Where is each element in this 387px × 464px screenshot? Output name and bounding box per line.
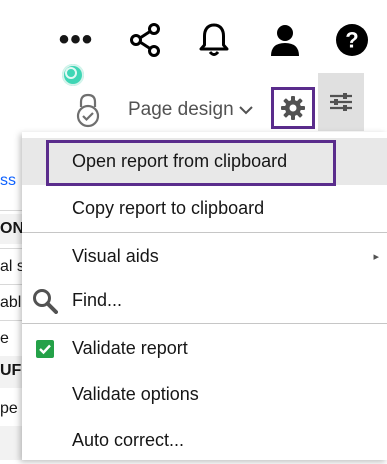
user-icon (271, 25, 299, 56)
share-icon (130, 23, 160, 57)
menu-item-label: Validate report (72, 338, 188, 358)
notification-icon (199, 23, 229, 56)
menu-item-visual-aids[interactable]: Visual aids ▸ (22, 233, 387, 280)
menu-item-auto-correct[interactable]: Auto correct... (22, 417, 387, 464)
divider (0, 320, 22, 321)
more-icon: ••• (58, 23, 94, 56)
divider (0, 210, 22, 211)
gear-icon (281, 96, 305, 120)
share-button[interactable] (124, 20, 166, 60)
menu-divider (22, 323, 387, 324)
table-band (0, 426, 22, 460)
submenu-arrow-icon: ▸ (373, 251, 379, 263)
background-text: ss (0, 172, 16, 189)
menu-item-copy-report-to-clipboard[interactable]: Copy report to clipboard (22, 185, 387, 232)
background-text: al s (0, 258, 22, 275)
svg-text:?: ? (345, 28, 358, 53)
divider (0, 284, 22, 285)
chevron-down-icon (238, 106, 253, 115)
background-text: ON (0, 220, 22, 237)
sliders-icon (330, 93, 352, 111)
menu-item-find[interactable]: Find... (22, 277, 387, 324)
properties-panel-button[interactable] (318, 73, 364, 131)
menu-item-label: Auto correct... (72, 430, 185, 450)
menu-item-label: Copy report to clipboard (72, 198, 265, 218)
background-text: pe (0, 400, 18, 417)
background-text: UF (0, 362, 22, 379)
status-indicator (62, 64, 84, 86)
menu-item-validate-report[interactable]: Validate report (22, 325, 387, 372)
background-text: e (0, 330, 9, 347)
page-design-label: Page design (128, 99, 234, 120)
background-text: abl (0, 294, 22, 311)
search-icon (32, 288, 58, 314)
more-options-button[interactable]: ••• (54, 20, 98, 60)
user-profile-button[interactable] (264, 20, 306, 60)
menu-item-label: Find... (72, 290, 123, 310)
lock-button[interactable] (71, 92, 105, 128)
menu-item-validate-options[interactable]: Validate options (22, 371, 387, 418)
settings-button[interactable] (271, 87, 315, 129)
help-icon: ? (336, 24, 368, 56)
page-design-dropdown[interactable]: Page design (128, 96, 254, 124)
menu-item-label: Validate options (72, 384, 199, 404)
notifications-button[interactable] (193, 20, 235, 60)
divider (0, 248, 22, 249)
report-canvas-background: ss ON al s abl e UF pe (0, 132, 22, 460)
checkbox-checked-icon[interactable] (32, 336, 58, 362)
lock-icon (76, 93, 100, 128)
highlight-frame (46, 140, 336, 186)
menu-item-label: Visual aids (72, 246, 159, 266)
help-button[interactable]: ? (330, 20, 374, 60)
